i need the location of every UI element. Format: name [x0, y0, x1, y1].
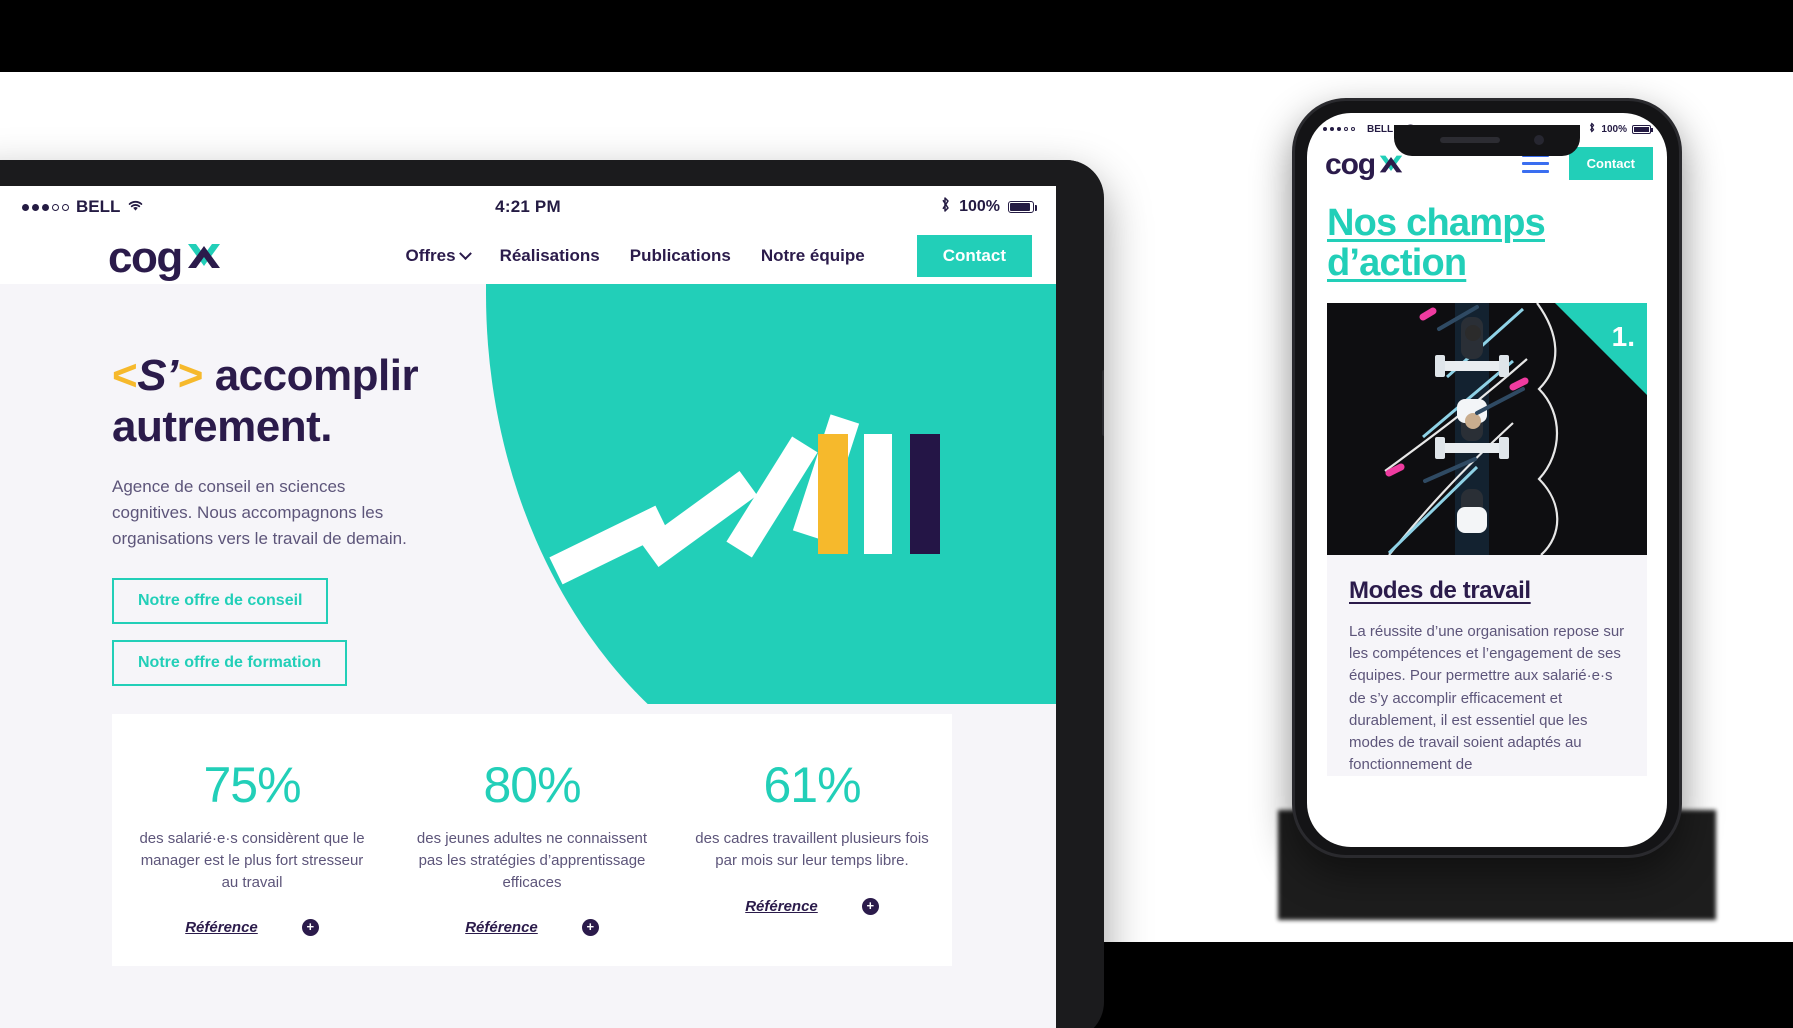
stat-footer: Référence + [414, 919, 650, 937]
card-number-label: 1. [1611, 321, 1635, 353]
phone-volume-down-button[interactable] [1292, 383, 1295, 439]
bluetooth-icon [1588, 122, 1596, 136]
phone-device-mockup: BELL 100% cog Contact Nos champs d’actio… [1292, 98, 1682, 858]
cogx-logo[interactable]: cog [108, 232, 224, 282]
wifi-icon [127, 197, 144, 217]
hero-paragraph: Agence de conseil en sciences cognitives… [112, 477, 407, 548]
stat-footer: Référence + [694, 897, 930, 915]
logo-wordmark: cog [1325, 148, 1376, 181]
phone-screen: BELL 100% cog Contact Nos champs d’actio… [1307, 113, 1667, 847]
battery-icon [1008, 201, 1038, 213]
battery-percent-label: 100% [959, 198, 1000, 215]
signal-strength-icon [22, 203, 69, 211]
champ-action-card[interactable]: 1. Modes de travail La réussite d’une or… [1327, 303, 1647, 777]
carrier-label: BELL [1367, 123, 1394, 135]
x-logo-icon [184, 236, 224, 276]
tablet-device-mockup: BELL 4:21 PM 100% cog Offres Réalisation… [0, 160, 1104, 1028]
signal-strength-icon [1323, 127, 1355, 131]
hero-bracket-close: > [177, 351, 204, 400]
tablet-screen: BELL 4:21 PM 100% cog Offres Réalisation… [0, 186, 1056, 1028]
hero-bracket-open: < [112, 351, 138, 400]
contact-button[interactable]: Contact [1568, 147, 1653, 180]
tablet-status-bar: BELL 4:21 PM 100% [0, 186, 1056, 228]
tablet-nav-links: Offres Réalisations Publications Notre é… [405, 235, 1032, 277]
stat-value: 75% [203, 757, 301, 813]
card-body: Modes de travail La réussite d’une organ… [1327, 555, 1647, 777]
status-right-group: 100% [940, 196, 1038, 218]
stats-section: 75% des salarié·e·s considèrent que le m… [0, 704, 1056, 1028]
hero-title: <S’> accomplir autrement. [112, 350, 520, 452]
nav-label: Offres [405, 246, 456, 265]
plus-circle-icon[interactable]: + [301, 919, 319, 937]
battery-icon [1632, 124, 1653, 134]
stat-description: des jeunes adultes ne connaissent pas le… [416, 830, 648, 891]
stat-item: 61% des cadres travaillent plusieurs foi… [672, 756, 952, 936]
stats-card: 75% des salarié·e·s considèrent que le m… [112, 714, 952, 967]
earpiece-speaker [1440, 137, 1500, 143]
nav-item-offres[interactable]: Offres [405, 246, 472, 266]
battery-percent-label: 100% [1601, 123, 1627, 135]
status-clock: 4:21 PM [495, 197, 561, 216]
card-title: Modes de travail [1349, 577, 1531, 605]
hero-cta-group: Notre offre de conseil Notre offre de fo… [112, 577, 520, 686]
phone-page-title: Nos champs d’action [1307, 190, 1667, 289]
stat-item: 75% des salarié·e·s considèrent que le m… [112, 756, 392, 937]
phone-title-line2: d’action [1327, 241, 1467, 284]
phone-title-line1: Nos champs [1327, 202, 1546, 244]
hero-copy: <S’> accomplir autrement. Agence de cons… [0, 284, 520, 686]
stat-value: 61% [763, 757, 861, 813]
stat-value: 80% [483, 757, 581, 813]
stat-description: des salarié·e·s considèrent que le manag… [139, 830, 365, 891]
plus-circle-icon[interactable]: + [581, 919, 599, 937]
falling-dominoes-graphic [549, 414, 980, 585]
tablet-bezel [0, 160, 1104, 186]
hero-title-line2: autrement. [112, 402, 332, 452]
carrier-label: BELL [76, 197, 121, 216]
hero-s-char: S’ [137, 351, 178, 400]
stat-description: des cadres travaillent plusieurs fois pa… [695, 830, 929, 869]
domino-navy [910, 434, 940, 554]
cogx-logo[interactable]: cog [1325, 148, 1405, 181]
chevron-down-icon [458, 246, 472, 260]
bluetooth-icon [940, 196, 951, 218]
offre-conseil-button[interactable]: Notre offre de conseil [112, 577, 329, 624]
nav-item-notre-equipe[interactable]: Notre équipe [761, 246, 865, 266]
phone-silent-switch[interactable] [1292, 271, 1295, 301]
card-image: 1. [1327, 303, 1647, 556]
front-camera [1534, 135, 1544, 145]
phone-notch [1394, 125, 1580, 156]
hero-title-rest: accomplir [202, 351, 419, 400]
tablet-power-button[interactable] [1102, 370, 1104, 436]
domino-5 [864, 434, 892, 554]
phone-power-button[interactable] [1679, 337, 1682, 419]
screenshot-stage: BELL 4:21 PM 100% cog Offres Réalisation… [0, 0, 1793, 1028]
contact-button[interactable]: Contact [916, 235, 1032, 277]
stat-footer: Référence + [134, 919, 370, 937]
hamburger-menu-icon[interactable] [1521, 154, 1549, 173]
status-signal-group: BELL [22, 197, 144, 217]
offre-formation-button[interactable]: Notre offre de formation [112, 639, 348, 686]
phone-status-right: 100% [1588, 122, 1653, 136]
phone-volume-up-button[interactable] [1292, 315, 1295, 371]
x-logo-icon [1377, 150, 1405, 178]
nav-item-realisations[interactable]: Réalisations [500, 246, 600, 266]
card-text: La réussite d’une organisation repose su… [1349, 623, 1625, 774]
tablet-site-navbar: cog Offres Réalisations Publications Not… [0, 228, 1056, 284]
logo-wordmark: cog [108, 232, 183, 282]
reference-link[interactable]: Référence [465, 919, 538, 936]
domino-yellow [818, 434, 848, 554]
reference-link[interactable]: Référence [745, 898, 818, 915]
reference-link[interactable]: Référence [185, 919, 258, 936]
hero-section: <S’> accomplir autrement. Agence de cons… [0, 284, 1056, 704]
stat-item: 80% des jeunes adultes ne connaissent pa… [392, 756, 672, 937]
nav-item-publications[interactable]: Publications [630, 246, 731, 266]
plus-circle-icon[interactable]: + [861, 897, 879, 915]
